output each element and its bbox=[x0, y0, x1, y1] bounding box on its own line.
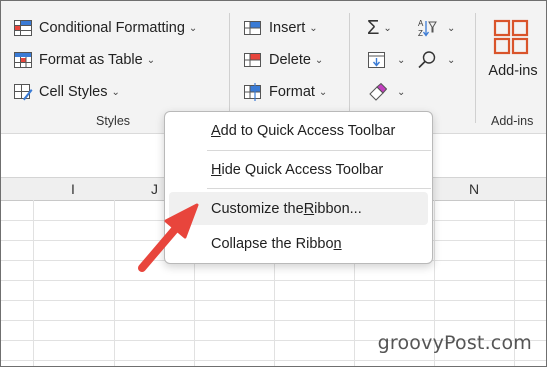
ribbon-separator bbox=[349, 13, 350, 123]
menu-item-text: dd to Quick Access Toolbar bbox=[220, 122, 396, 139]
svg-text:Z: Z bbox=[418, 29, 423, 38]
menu-item-accelerator: A bbox=[211, 122, 221, 139]
excel-window: Conditional Formatting ⌄ Format as Table… bbox=[0, 0, 547, 367]
chevron-down-icon: ⌄ bbox=[111, 86, 120, 98]
menu-separator bbox=[207, 188, 431, 189]
menu-item-accelerator: H bbox=[211, 161, 222, 178]
gridline bbox=[114, 200, 115, 366]
chevron-down-icon: ⌄ bbox=[397, 54, 406, 66]
ribbon-context-menu: Add to Quick Access Toolbar Hide Quick A… bbox=[164, 111, 433, 264]
insert-cells-icon bbox=[243, 18, 263, 38]
gridline bbox=[1, 360, 546, 361]
format-as-table-icon bbox=[13, 50, 33, 70]
menu-item-text: ibbon... bbox=[314, 200, 362, 217]
delete-button[interactable]: Delete ⌄ bbox=[243, 47, 323, 73]
chevron-down-icon: ⌄ bbox=[309, 22, 318, 34]
gridline bbox=[1, 280, 546, 281]
menu-item-hide-quick-access-toolbar[interactable]: Hide Quick Access Toolbar bbox=[169, 153, 428, 186]
addins-button[interactable]: Add-ins bbox=[482, 13, 544, 83]
find-select-button[interactable]: ⌄ bbox=[417, 47, 455, 73]
conditional-formatting-button[interactable]: Conditional Formatting ⌄ bbox=[13, 15, 197, 41]
cell-styles-icon bbox=[13, 82, 33, 102]
ribbon-separator bbox=[475, 13, 476, 123]
autosum-icon: Σ bbox=[367, 16, 380, 39]
styles-group-label: Styles bbox=[96, 114, 131, 128]
chevron-down-icon: ⌄ bbox=[318, 86, 328, 98]
menu-item-accelerator: n bbox=[333, 235, 342, 252]
menu-item-text: Customize the bbox=[211, 200, 304, 217]
format-label: Format bbox=[269, 84, 315, 100]
chevron-down-icon: ⌄ bbox=[397, 86, 406, 98]
chevron-down-icon: ⌄ bbox=[188, 22, 198, 34]
menu-item-customize-the-ribbon[interactable]: Customize the Ribbon... bbox=[169, 192, 428, 225]
chevron-down-icon: ⌄ bbox=[447, 54, 456, 66]
insert-button[interactable]: Insert ⌄ bbox=[243, 15, 318, 41]
watermark: groovyPost.com bbox=[377, 332, 532, 354]
cell-styles-button[interactable]: Cell Styles ⌄ bbox=[13, 79, 120, 105]
format-button[interactable]: Format ⌄ bbox=[243, 79, 327, 105]
menu-item-accelerator: R bbox=[303, 200, 315, 217]
gridline bbox=[33, 200, 34, 366]
fill-button[interactable]: ⌄ bbox=[367, 47, 405, 73]
column-header-n[interactable]: N bbox=[469, 181, 479, 197]
gridline bbox=[1, 320, 546, 321]
clear-button[interactable]: ⌄ bbox=[367, 79, 405, 105]
eraser-icon bbox=[367, 82, 388, 102]
addins-icon bbox=[493, 19, 529, 55]
chevron-down-icon: ⌄ bbox=[314, 54, 324, 66]
column-header-j[interactable]: J bbox=[151, 181, 158, 197]
insert-label: Insert bbox=[269, 20, 306, 36]
chevron-down-icon: ⌄ bbox=[447, 22, 456, 34]
cell-styles-label: Cell Styles bbox=[39, 84, 108, 100]
menu-item-add-to-quick-access-toolbar[interactable]: Add to Quick Access Toolbar bbox=[169, 114, 428, 147]
format-as-table-button[interactable]: Format as Table ⌄ bbox=[13, 47, 155, 73]
gridline bbox=[1, 300, 546, 301]
menu-item-text: Collapse the Ribbo bbox=[211, 235, 334, 252]
sort-filter-icon: A Z bbox=[417, 18, 437, 38]
ribbon-separator bbox=[229, 13, 230, 123]
delete-cells-icon bbox=[243, 50, 263, 70]
chevron-down-icon: ⌄ bbox=[383, 22, 392, 34]
column-header-i[interactable]: I bbox=[71, 181, 75, 197]
addins-group-label: Add-ins bbox=[491, 114, 534, 128]
addins-button-label: Add-ins bbox=[488, 63, 538, 79]
conditional-formatting-label: Conditional Formatting bbox=[39, 20, 185, 36]
menu-item-collapse-the-ribbon[interactable]: Collapse the Ribbo n bbox=[169, 227, 428, 260]
autosum-button[interactable]: Σ ⌄ bbox=[367, 15, 392, 41]
search-icon bbox=[417, 50, 437, 70]
chevron-down-icon: ⌄ bbox=[146, 54, 156, 66]
menu-item-text: ide Quick Access Toolbar bbox=[221, 161, 384, 178]
format-cells-icon bbox=[243, 82, 263, 102]
fill-down-icon bbox=[367, 50, 387, 70]
format-as-table-label: Format as Table bbox=[39, 52, 143, 68]
delete-label: Delete bbox=[269, 52, 311, 68]
sort-filter-button[interactable]: A Z ⌄ bbox=[417, 15, 455, 41]
menu-separator bbox=[207, 150, 431, 151]
conditional-formatting-icon bbox=[13, 18, 33, 38]
svg-text:A: A bbox=[418, 19, 424, 28]
